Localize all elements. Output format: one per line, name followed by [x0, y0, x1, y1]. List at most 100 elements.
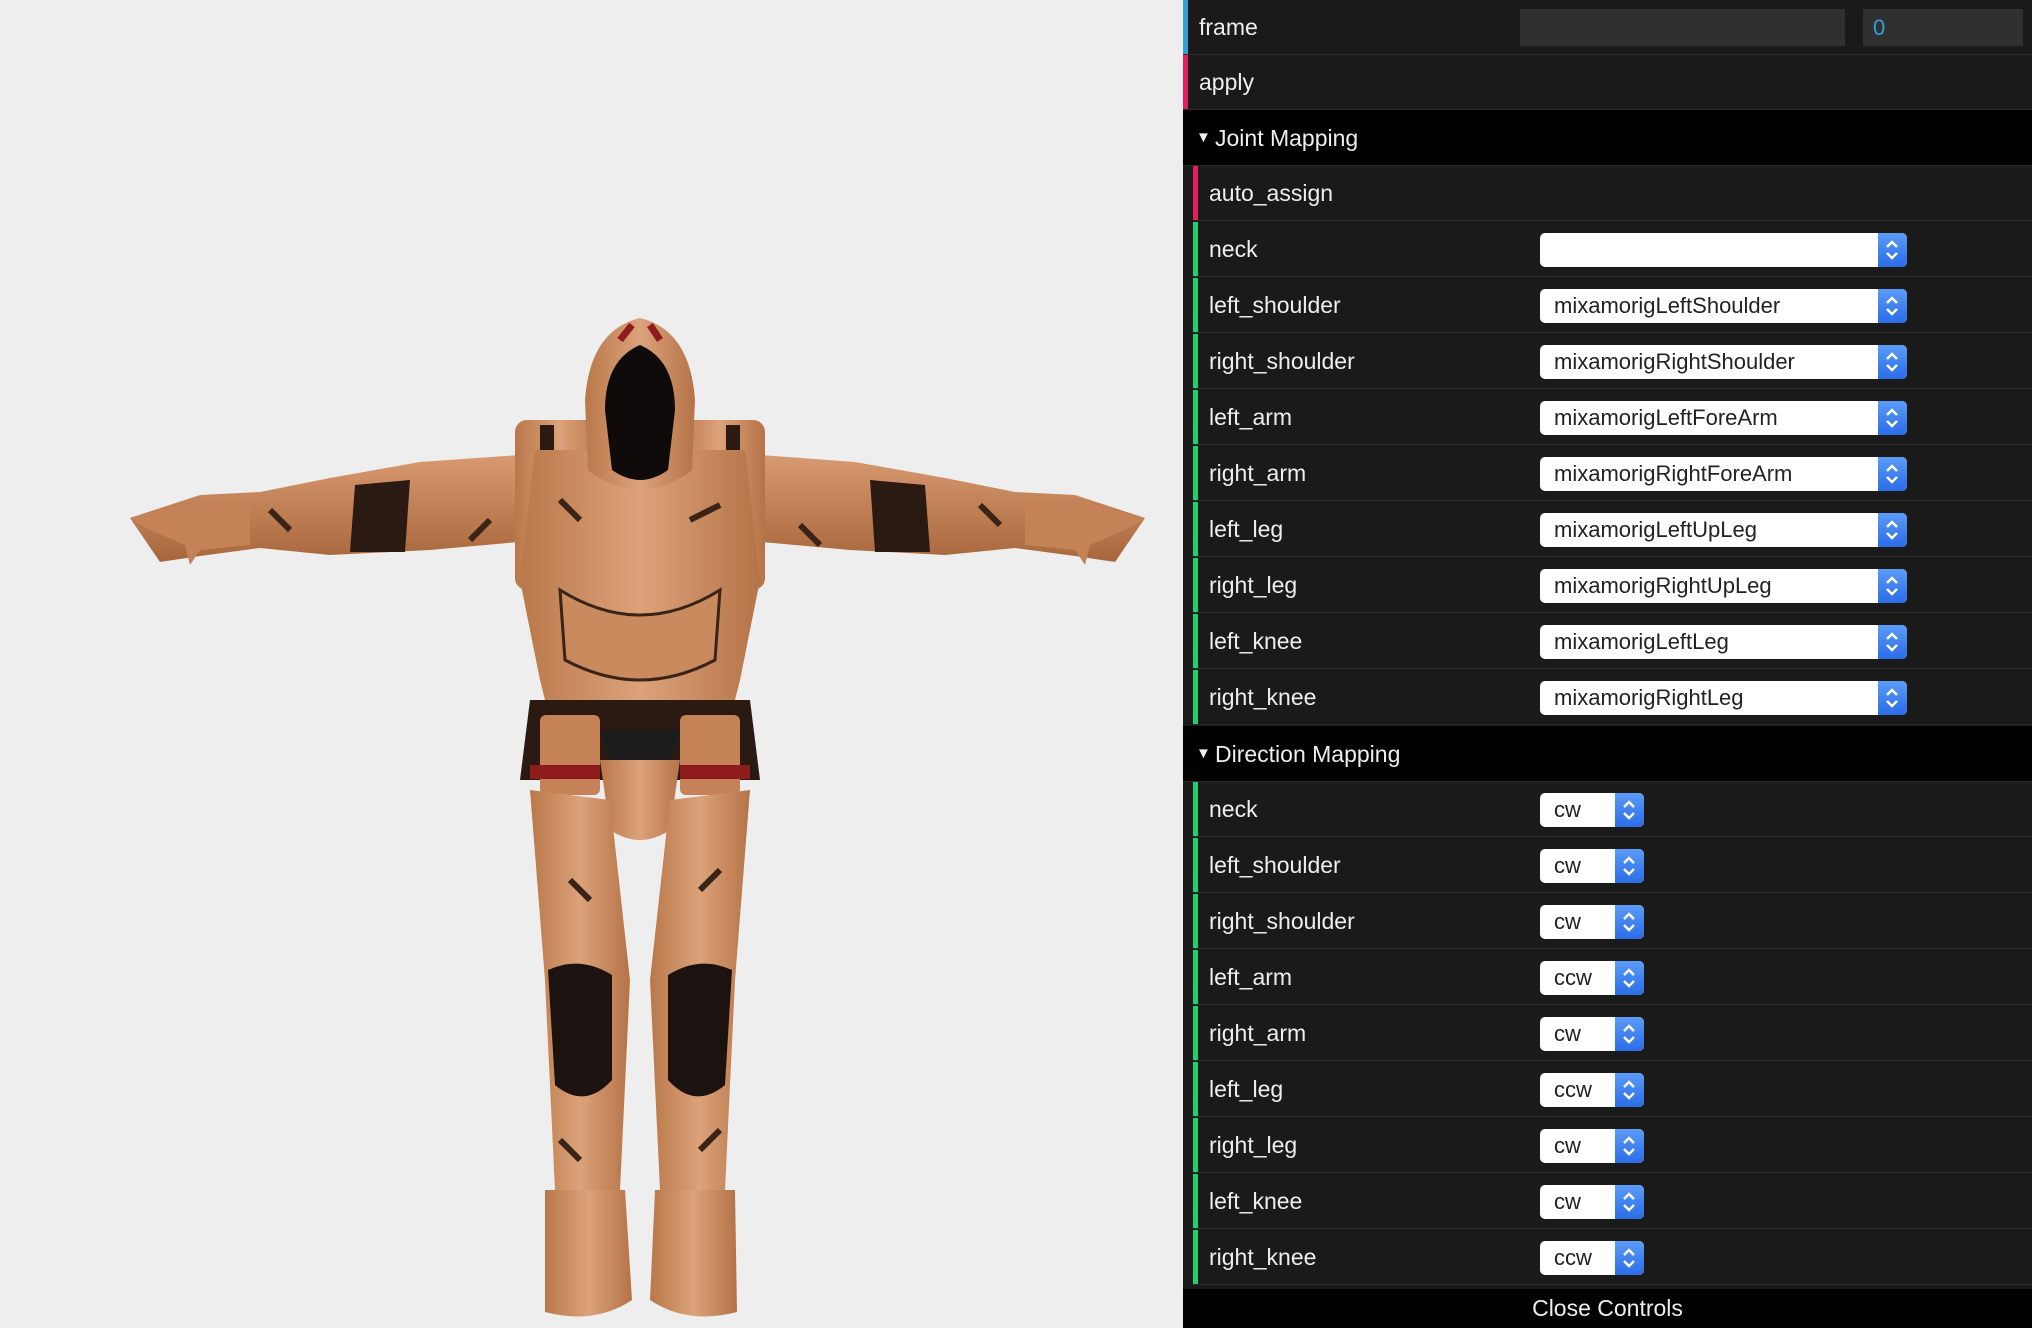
joint-mapping-label: neck: [1209, 236, 1258, 262]
select-arrows-icon: [1615, 1241, 1644, 1275]
direction-mapping-selected-value: cw: [1554, 1021, 1581, 1046]
select-arrows-icon: [1878, 345, 1907, 379]
direction-mapping-label: left_arm: [1209, 964, 1293, 990]
joint-mapping-label: right_knee: [1209, 684, 1317, 710]
direction-mapping-selected-value: ccw: [1554, 1245, 1592, 1270]
joint-mapping-row: left_leg mixamorigLeftUpLeg: [1193, 502, 2032, 557]
joint-mapping-select[interactable]: mixamorigLeftUpLeg: [1540, 513, 1907, 547]
function-type-bar: [1183, 55, 1188, 109]
option-type-bar: [1193, 334, 1198, 388]
frame-slider[interactable]: [1520, 9, 1845, 46]
direction-mapping-label: left_knee: [1209, 1188, 1303, 1214]
joint-mapping-label: left_arm: [1209, 404, 1293, 430]
option-type-bar: [1193, 950, 1198, 1004]
joint-mapping-row: right_shoulder mixamorigRightShoulder: [1193, 334, 2032, 389]
select-arrows-icon: [1878, 625, 1907, 659]
joint-mapping-folder-title[interactable]: ▼ Joint Mapping: [1183, 110, 2032, 166]
option-type-bar: [1193, 390, 1198, 444]
joint-mapping-label: left_leg: [1209, 516, 1284, 542]
select-arrows-icon: [1615, 849, 1644, 883]
triangle-down-icon: ▼: [1196, 745, 1211, 762]
select-arrows-icon: [1615, 793, 1644, 827]
direction-mapping-label: right_shoulder: [1209, 908, 1355, 934]
direction-mapping-selected-value: cw: [1554, 853, 1581, 878]
joint-mapping-select[interactable]: [1540, 233, 1907, 267]
direction-mapping-title: Direction Mapping: [1215, 741, 1401, 767]
joint-mapping-select[interactable]: mixamorigRightUpLeg: [1540, 569, 1907, 603]
frame-number-input[interactable]: 0: [1863, 9, 2023, 46]
direction-mapping-row: left_knee cw: [1193, 1174, 2032, 1229]
direction-mapping-select[interactable]: ccw: [1540, 1073, 1644, 1107]
direction-mapping-folder-title[interactable]: ▼ Direction Mapping: [1183, 726, 2032, 782]
option-type-bar: [1193, 838, 1198, 892]
option-type-bar: [1193, 1118, 1198, 1172]
direction-mapping-selected-value: ccw: [1554, 1077, 1592, 1102]
joint-mapping-select[interactable]: mixamorigRightShoulder: [1540, 345, 1907, 379]
joint-mapping-selected-value: mixamorigRightForeArm: [1554, 461, 1793, 486]
select-arrows-icon: [1878, 457, 1907, 491]
joint-mapping-row: left_arm mixamorigLeftForeArm: [1193, 390, 2032, 445]
direction-mapping-select[interactable]: cw: [1540, 905, 1644, 939]
direction-mapping-selected-value: cw: [1554, 797, 1581, 822]
joint-mapping-selected-value: mixamorigLeftLeg: [1554, 629, 1729, 654]
direction-mapping-selected-value: cw: [1554, 909, 1581, 934]
select-arrows-icon: [1878, 513, 1907, 547]
direction-mapping-row: left_leg ccw: [1193, 1062, 2032, 1117]
3d-viewport[interactable]: [0, 0, 1183, 1328]
function-type-bar: [1193, 166, 1198, 220]
direction-mapping-label: left_shoulder: [1209, 852, 1341, 878]
joint-mapping-selected-value: mixamorigRightShoulder: [1554, 349, 1795, 374]
apply-button[interactable]: apply: [1183, 55, 2032, 110]
joint-mapping-select[interactable]: mixamorigRightForeArm: [1540, 457, 1907, 491]
number-type-bar: [1183, 0, 1188, 54]
joint-mapping-selected-value: mixamorigRightLeg: [1554, 685, 1744, 710]
direction-mapping-select[interactable]: ccw: [1540, 1241, 1644, 1275]
direction-mapping-label: right_leg: [1209, 1132, 1298, 1158]
option-type-bar: [1193, 502, 1198, 556]
direction-mapping-select[interactable]: ccw: [1540, 961, 1644, 995]
direction-mapping-row: right_shoulder cw: [1193, 894, 2032, 949]
direction-mapping-label: right_arm: [1209, 1020, 1307, 1046]
direction-mapping-selected-value: cw: [1554, 1189, 1581, 1214]
joint-mapping-row: right_arm mixamorigRightForeArm: [1193, 446, 2032, 501]
select-arrows-icon: [1878, 401, 1907, 435]
option-type-bar: [1193, 1062, 1198, 1116]
direction-mapping-select[interactable]: cw: [1540, 1129, 1644, 1163]
joint-mapping-row: neck: [1193, 222, 2032, 277]
close-controls-button[interactable]: Close Controls: [1183, 1289, 2032, 1328]
option-type-bar: [1193, 1230, 1198, 1284]
auto-assign-button[interactable]: auto_assign: [1193, 166, 2032, 221]
apply-label: apply: [1199, 69, 1254, 95]
select-arrows-icon: [1878, 681, 1907, 715]
option-type-bar: [1193, 894, 1198, 948]
character-model: [130, 318, 1145, 1317]
select-arrows-icon: [1615, 1185, 1644, 1219]
direction-mapping-select[interactable]: cw: [1540, 849, 1644, 883]
direction-mapping-row: right_knee ccw: [1193, 1230, 2032, 1285]
option-type-bar: [1193, 222, 1198, 276]
joint-mapping-row: left_shoulder mixamorigLeftShoulder: [1193, 278, 2032, 333]
joint-mapping-select[interactable]: mixamorigRightLeg: [1540, 681, 1907, 715]
triangle-down-icon: ▼: [1196, 129, 1211, 146]
joint-mapping-select[interactable]: mixamorigLeftForeArm: [1540, 401, 1907, 435]
frame-label: frame: [1199, 14, 1258, 40]
select-arrows-icon: [1615, 1017, 1644, 1051]
direction-mapping-select[interactable]: cw: [1540, 1185, 1644, 1219]
direction-mapping-selected-value: ccw: [1554, 965, 1592, 990]
controls-panel: frame 0 apply ▼ Joint Mapping auto_assig…: [1183, 0, 2032, 1328]
direction-mapping-select[interactable]: cw: [1540, 793, 1644, 827]
direction-mapping-selected-value: cw: [1554, 1133, 1581, 1158]
joint-mapping-select[interactable]: mixamorigLeftShoulder: [1540, 289, 1907, 323]
joint-mapping-row: right_leg mixamorigRightUpLeg: [1193, 558, 2032, 613]
select-arrows-icon: [1615, 961, 1644, 995]
joint-mapping-selected-value: mixamorigRightUpLeg: [1554, 573, 1772, 598]
select-arrows-icon: [1615, 905, 1644, 939]
option-type-bar: [1193, 782, 1198, 836]
joint-mapping-label: right_arm: [1209, 460, 1307, 486]
direction-mapping-row: neck cw: [1193, 782, 2032, 837]
direction-mapping-select[interactable]: cw: [1540, 1017, 1644, 1051]
direction-mapping-label: neck: [1209, 796, 1258, 822]
select-arrows-icon: [1615, 1129, 1644, 1163]
joint-mapping-select[interactable]: mixamorigLeftLeg: [1540, 625, 1907, 659]
joint-mapping-label: left_knee: [1209, 628, 1303, 654]
